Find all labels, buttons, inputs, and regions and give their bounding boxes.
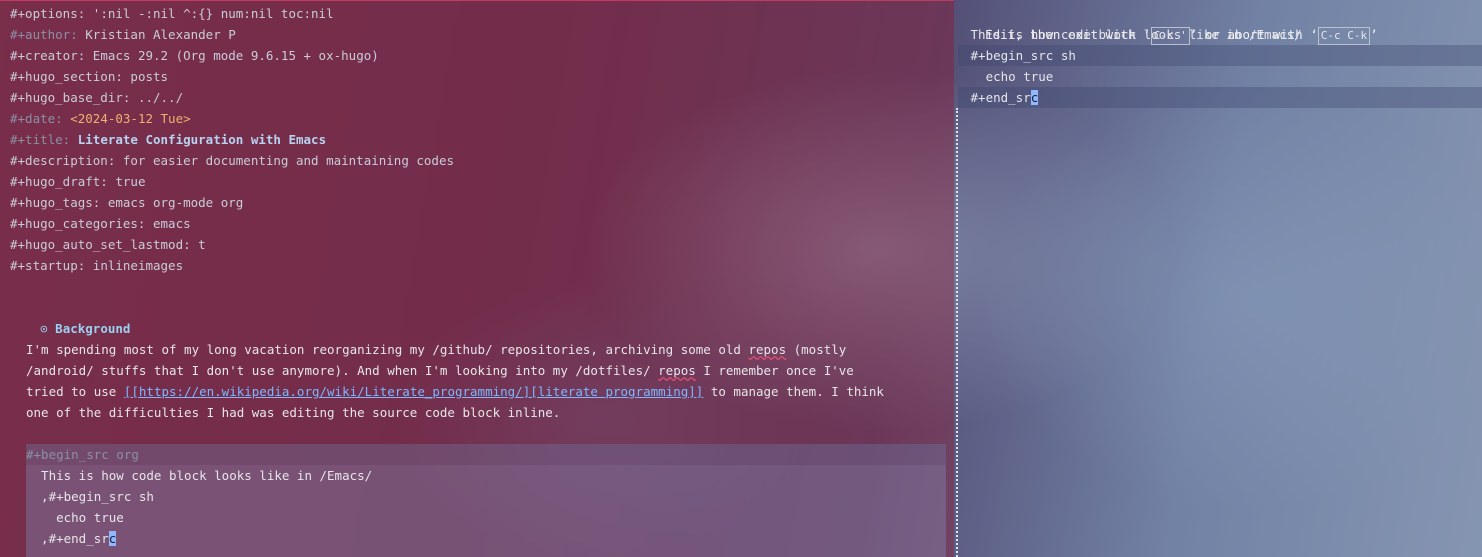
org-heading-background[interactable]: ⊙ Background <box>10 297 130 336</box>
front-matter-line[interactable]: #+options: ':nil -:nil ^:{} num:nil toc:… <box>10 3 334 24</box>
keyword: #+options: <box>10 6 86 21</box>
edit-line[interactable]: #+end_src <box>963 87 1039 108</box>
window-divider[interactable] <box>956 108 958 557</box>
front-matter-line[interactable]: #+hugo_categories: emacs <box>10 213 191 234</box>
front-matter-line[interactable]: #+hugo_draft: true <box>10 171 145 192</box>
spell-error-repos: repos <box>658 363 696 378</box>
edit-line[interactable]: #+begin_src sh <box>963 45 1076 66</box>
keyword: #+hugo_base_dir: <box>10 90 131 105</box>
front-matter-line[interactable]: #+hugo_section: posts <box>10 66 168 87</box>
paragraph-line-4: one of the difficulties I had was editin… <box>26 405 561 420</box>
paragraph-line-2: /android/ stuffs that I don't use anymor… <box>26 363 854 378</box>
emacs-frame: #+options: ':nil -:nil ^:{} num:nil toc:… <box>0 0 1482 557</box>
keyword: #+author: <box>10 27 78 42</box>
keyword-value: Emacs 29.2 (Org mode 9.6.15 + ox-hugo) <box>85 48 379 63</box>
keyword-value: Kristian Alexander P <box>77 27 236 42</box>
src-block-line[interactable]: This is how code block looks like in /Em… <box>26 465 372 486</box>
keyword: #+date: <box>10 111 63 126</box>
front-matter-line[interactable]: #+hugo_auto_set_lastmod: t <box>10 234 206 255</box>
src-block-begin[interactable]: #+begin_src org <box>26 444 139 465</box>
keyword-value: posts <box>122 69 169 84</box>
edit-line[interactable]: echo true <box>963 66 1054 87</box>
keyword-value: true <box>107 174 146 189</box>
heading-bullet-icon: ⊙ <box>40 321 48 336</box>
paragraph-line-3: tried to use [[https://en.wikipedia.org/… <box>26 384 884 399</box>
front-matter-line[interactable]: #+hugo_base_dir: ../../ <box>10 87 183 108</box>
paragraph-line-1: I'm spending most of my long vacation re… <box>26 342 847 357</box>
keyword-value: Literate Configuration with Emacs <box>70 132 327 147</box>
front-matter-line[interactable]: #+creator: Emacs 29.2 (Org mode 9.6.15 +… <box>10 45 379 66</box>
keyword-value: for easier documenting and maintaining c… <box>115 153 455 168</box>
keyword: #+hugo_auto_set_lastmod: <box>10 237 191 252</box>
src-block-line[interactable]: ,#+begin_src sh <box>26 486 154 507</box>
keyword: #+hugo_section: <box>10 69 123 84</box>
keyword-value: inlineimages <box>85 258 184 273</box>
front-matter-line[interactable]: #+hugo_tags: emacs org-mode org <box>10 192 243 213</box>
keyword-value: <2024-03-12 Tue> <box>62 111 191 126</box>
minibuffer-message: Edit, then exit with ‘C-c '’ or abort wi… <box>955 3 1378 45</box>
keyword: #+hugo_categories: <box>10 216 146 231</box>
text-cursor: c <box>108 531 117 546</box>
src-block-header-bg <box>26 444 946 465</box>
keyword-value: ':nil -:nil ^:{} num:nil toc:nil <box>85 6 334 21</box>
keyword: #+description: <box>10 153 116 168</box>
abort-keybinding: C-c C-k <box>1317 27 1371 45</box>
front-matter-line[interactable]: #+author: Kristian Alexander P <box>10 24 236 45</box>
keyword: #+startup: <box>10 258 86 273</box>
keyword: #+creator: <box>10 48 86 63</box>
front-matter-line[interactable]: #+startup: inlineimages <box>10 255 183 276</box>
text-cursor: c <box>1030 90 1039 105</box>
keyword: #+title: <box>10 132 71 147</box>
keyword-value: emacs org-mode org <box>100 195 244 210</box>
keyword-value: emacs <box>145 216 191 231</box>
spell-error-repos: repos <box>748 342 787 357</box>
front-matter-line[interactable]: #+date: <2024-03-12 Tue> <box>10 108 191 129</box>
keyword-value: t <box>190 237 206 252</box>
edit-line[interactable]: This is how code block looks like in /Em… <box>963 24 1302 45</box>
front-matter-line[interactable]: #+description: for easier documenting an… <box>10 150 454 171</box>
keyword: #+hugo_draft: <box>10 174 108 189</box>
src-block-line[interactable]: ,#+end_src <box>26 528 117 549</box>
src-block-line[interactable]: echo true <box>26 507 124 528</box>
literate-programming-link[interactable]: [[https://en.wikipedia.org/wiki/Literate… <box>124 384 703 399</box>
heading-title: Background <box>55 321 131 336</box>
keyword: #+hugo_tags: <box>10 195 101 210</box>
keyword-value: ../../ <box>130 90 184 105</box>
front-matter-line[interactable]: #+title: Literate Configuration with Ema… <box>10 129 326 150</box>
